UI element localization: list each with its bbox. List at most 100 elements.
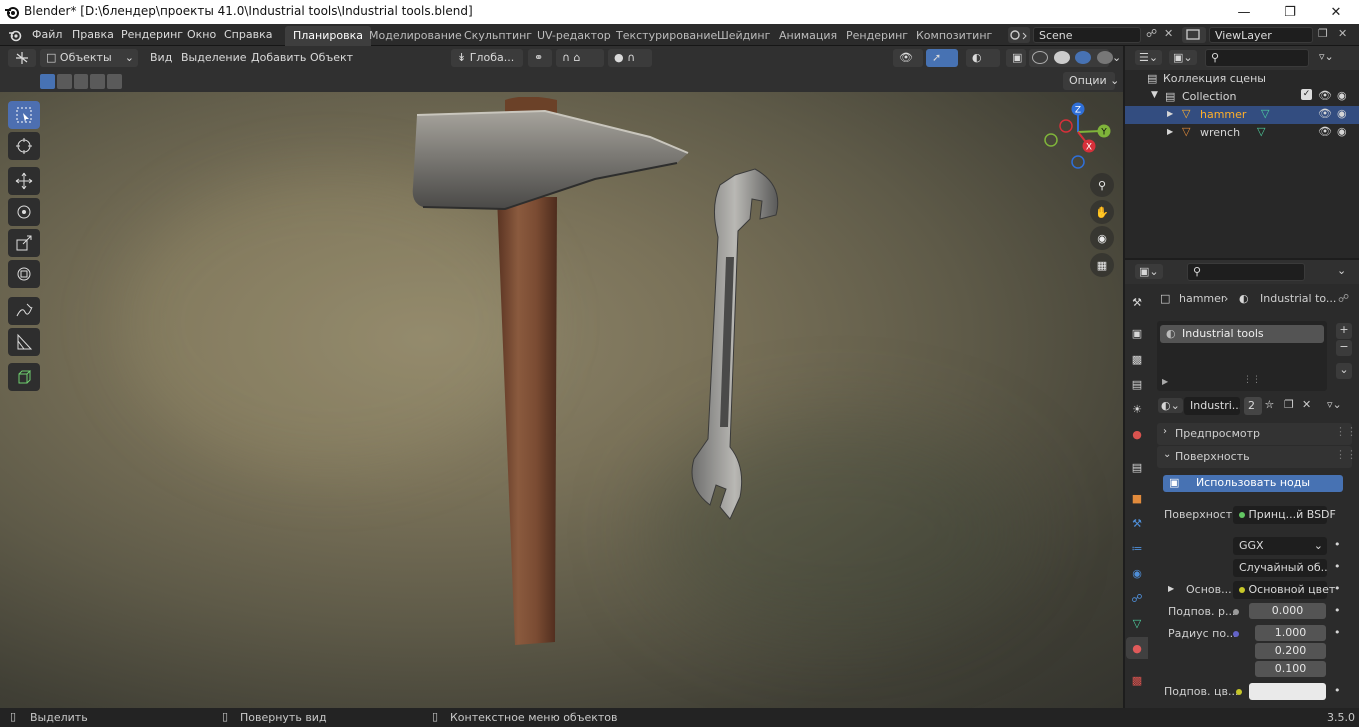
tab-data[interactable]: ▽: [1126, 612, 1148, 634]
properties-search-input[interactable]: ⚲: [1187, 263, 1305, 281]
xray-toggle[interactable]: ▣: [1006, 49, 1026, 67]
tab-world[interactable]: ●: [1126, 423, 1148, 445]
tab-scene[interactable]: ☀: [1126, 398, 1148, 420]
filter-icon[interactable]: ▿⌄: [1319, 50, 1334, 63]
unlink-material-icon[interactable]: ✕: [1302, 398, 1311, 411]
wrench-object[interactable]: [680, 167, 790, 527]
menu-view[interactable]: Вид: [150, 51, 172, 64]
menu-select[interactable]: Выделение: [181, 51, 247, 64]
node-link-icon[interactable]: ▿⌄: [1327, 398, 1342, 411]
wireframe-shading-icon[interactable]: [1032, 51, 1048, 64]
overlays-toggle[interactable]: ◐: [966, 49, 1000, 67]
view-layer-close-icon[interactable]: ✕: [1338, 27, 1347, 40]
camera-render-icon[interactable]: ◉: [1337, 107, 1347, 120]
menu-file[interactable]: Файл: [32, 28, 62, 41]
properties-editor-type-icon[interactable]: ▣⌄: [1135, 264, 1163, 279]
exclude-checkbox[interactable]: ✓: [1301, 89, 1312, 100]
drag-handle-icon[interactable]: ⋮⋮: [1335, 448, 1357, 461]
tab-render[interactable]: ▣: [1126, 322, 1148, 344]
transform-tool[interactable]: [8, 260, 40, 288]
navigation-gizmo[interactable]: Z Y X: [1038, 98, 1118, 178]
tab-uv-editing[interactable]: UV-редактор: [529, 26, 619, 46]
mode-dropdown[interactable]: □ Объекты ⌄: [40, 49, 138, 67]
outliner-search-input[interactable]: ⚲: [1205, 49, 1309, 67]
tab-layout[interactable]: Планировка: [285, 26, 371, 46]
tab-shading[interactable]: Шейдинг: [709, 26, 778, 46]
view-layer-name-field[interactable]: ViewLayer: [1209, 27, 1313, 43]
menu-render[interactable]: Рендеринг: [121, 28, 183, 41]
subsurface-radius-z[interactable]: 0.100: [1255, 661, 1326, 677]
subsurface-radius-x[interactable]: 1.000: [1255, 625, 1326, 641]
tab-material[interactable]: ●: [1126, 637, 1148, 659]
subsurface-radius-y[interactable]: 0.200: [1255, 643, 1326, 659]
eye-icon[interactable]: 👁: [1318, 89, 1332, 102]
tab-animation[interactable]: Анимация: [771, 26, 845, 46]
scene-selector-button[interactable]: [1008, 27, 1030, 43]
select-box-tool[interactable]: [8, 101, 40, 129]
animate-property-dot-icon[interactable]: •: [1334, 684, 1341, 697]
surface-shader-field[interactable]: Принц...й BSDF: [1233, 506, 1336, 524]
editor-type-button[interactable]: [8, 49, 36, 67]
menu-edit[interactable]: Правка: [72, 28, 114, 41]
material-slot-row[interactable]: ◐ Industrial tools: [1160, 325, 1324, 343]
subsurface-method-dropdown[interactable]: Случайный об...: [1233, 559, 1327, 577]
subsurface-value[interactable]: 0.000: [1249, 603, 1326, 619]
user-count[interactable]: 2: [1244, 397, 1262, 415]
fake-user-shield-icon[interactable]: ⛦: [1265, 398, 1274, 412]
gizmo-toggle[interactable]: ➚: [926, 49, 958, 67]
solid-shading-icon[interactable]: [1053, 51, 1070, 64]
animate-property-dot-icon[interactable]: •: [1334, 538, 1341, 551]
tab-compositing[interactable]: Композитинг: [908, 26, 1000, 46]
select-extend-icon[interactable]: [56, 74, 72, 89]
chevron-right-icon[interactable]: ▶: [1167, 109, 1173, 118]
tab-physics[interactable]: ◉: [1126, 562, 1148, 584]
tab-tool[interactable]: ⚒: [1126, 291, 1148, 313]
annotate-tool[interactable]: [8, 297, 40, 325]
shading-options-chevron-icon[interactable]: ⌄: [1112, 51, 1121, 64]
blender-menu-icon[interactable]: [8, 28, 22, 42]
base-color-field[interactable]: Основной цвет: [1233, 581, 1335, 599]
tab-view-layer[interactable]: ▤: [1126, 373, 1148, 395]
preview-section-header[interactable]: › Предпросмотр ⋮⋮: [1157, 423, 1357, 445]
chevron-right-icon[interactable]: ▶: [1167, 127, 1173, 136]
chevron-right-icon[interactable]: ▶: [1168, 584, 1174, 593]
display-mode-icon[interactable]: ▣⌄: [1169, 50, 1197, 65]
scale-tool[interactable]: [8, 229, 40, 257]
browse-material-button[interactable]: ◐⌄: [1158, 398, 1183, 413]
tab-modifiers[interactable]: ⚒: [1126, 512, 1148, 534]
tab-modeling[interactable]: Моделирование: [361, 26, 470, 46]
tab-texture[interactable]: ▩: [1126, 669, 1148, 691]
tab-constraints[interactable]: ☍: [1126, 587, 1148, 609]
chevron-down-icon[interactable]: ▼: [1151, 90, 1158, 100]
view-layer-selector-button[interactable]: [1182, 27, 1206, 43]
rendered-shading-icon[interactable]: [1096, 51, 1113, 64]
material-preview-icon[interactable]: [1075, 51, 1091, 64]
select-subtract-icon[interactable]: [73, 74, 89, 89]
animate-property-dot-icon[interactable]: •: [1334, 582, 1341, 595]
duplicate-material-icon[interactable]: ❐: [1284, 398, 1294, 411]
select-invert-icon[interactable]: [90, 74, 106, 89]
scene-name-field[interactable]: Scene: [1033, 27, 1141, 43]
eye-icon[interactable]: 👁: [1318, 107, 1332, 120]
options-dropdown[interactable]: Опции ⌄: [1063, 72, 1119, 90]
maximize-button[interactable]: ❐: [1267, 0, 1313, 24]
transform-orientation-dropdown[interactable]: ↡ Глоба...: [451, 49, 523, 67]
cursor-tool[interactable]: [8, 132, 40, 160]
eye-icon[interactable]: 👁: [1318, 125, 1332, 138]
outliner-row-wrench[interactable]: ▶ ▽ wrench ▽ 👁 ◉: [1125, 124, 1359, 142]
snap-toggle[interactable]: ∩ ⌂: [556, 49, 604, 67]
scene-pin-icon[interactable]: ☍: [1146, 27, 1157, 40]
menu-window[interactable]: Окно: [187, 28, 216, 41]
outliner-row-hammer[interactable]: ▶ ▽ hammer ▽ 👁 ◉: [1125, 106, 1359, 124]
rotate-tool[interactable]: [8, 198, 40, 226]
chevron-down-icon[interactable]: ⌄: [1337, 264, 1346, 277]
outliner-editor-type-icon[interactable]: ☰⌄: [1135, 50, 1163, 65]
select-intersect-icon[interactable]: [107, 74, 122, 89]
animate-property-dot-icon[interactable]: •: [1334, 626, 1341, 639]
menu-help[interactable]: Справка: [224, 28, 272, 41]
perspective-toggle-button[interactable]: ▦: [1090, 253, 1114, 277]
outliner-row-collection[interactable]: ▼ ▤ Collection ✓ 👁 ◉: [1125, 88, 1359, 106]
measure-tool[interactable]: [8, 328, 40, 356]
tab-object[interactable]: ■: [1126, 487, 1148, 509]
surface-section-header[interactable]: ⌄ Поверхность ⋮⋮: [1157, 446, 1357, 468]
